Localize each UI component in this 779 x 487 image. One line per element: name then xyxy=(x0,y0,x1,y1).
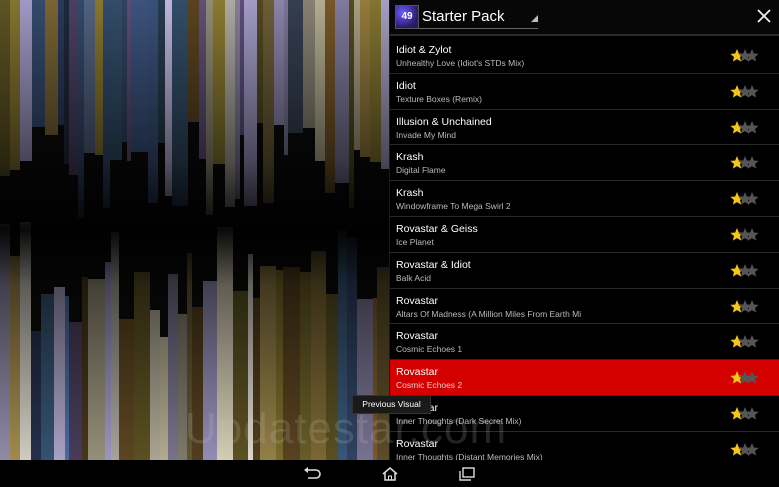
star-rating[interactable] xyxy=(730,48,770,64)
star-rating[interactable] xyxy=(730,120,770,136)
rating-stars xyxy=(730,263,759,277)
star-rating[interactable] xyxy=(730,442,770,458)
preset-artist: Rovastar xyxy=(396,294,439,307)
preset-row[interactable]: Rovastar Cosmic Echoes 1 xyxy=(390,324,779,361)
preset-artist: Idiot & Zylot xyxy=(396,44,452,56)
visualizer-graphic xyxy=(0,0,390,460)
preset-row[interactable]: Rovastar Cosmic Echoes 2 xyxy=(390,360,779,396)
pack-icon: 49 xyxy=(395,5,419,29)
dropdown-corner-icon xyxy=(531,15,538,22)
recent-apps-button[interactable] xyxy=(457,466,477,482)
back-icon xyxy=(304,467,321,479)
rating-stars xyxy=(730,192,759,205)
preset-panel: 49 Starter Pack Idiot & Zylot Unhealthy L… xyxy=(389,0,779,460)
preset-list[interactable]: Idiot & Zylot Unhealthy Love (Idiot's STD… xyxy=(390,38,779,460)
preset-title: Inner Thoughts (Dark Secret Mix) xyxy=(396,415,522,426)
star-rating[interactable] xyxy=(730,299,770,315)
preset-title: Altars Of Madness (A Million Miles From … xyxy=(396,308,582,319)
rating-stars xyxy=(730,84,759,98)
previous-visual-tooltip: Previous Visual xyxy=(352,395,431,414)
pack-title: Starter Pack xyxy=(422,8,505,25)
preset-row[interactable]: Illusion & Unchained Invade My Mind xyxy=(390,109,779,146)
preset-row[interactable]: Rovastar Inner Thoughts (Distant Memories… xyxy=(390,431,779,460)
preset-title: Cosmic Echoes 2 xyxy=(396,380,463,391)
preset-title: Digital Flame xyxy=(396,165,446,176)
rating-stars xyxy=(730,227,759,241)
preset-artist: Krash xyxy=(396,151,424,164)
preset-artist: Rovastar & Geiss xyxy=(396,222,478,235)
navigation-bar xyxy=(0,460,779,487)
close-icon xyxy=(757,9,771,23)
star-rating[interactable] xyxy=(730,227,770,243)
preset-title: Unhealthy Love (Idiot's STDs Mix) xyxy=(396,58,525,68)
preset-row[interactable]: Krash Windowframe To Mega Swirl 2 xyxy=(390,181,779,217)
panel-header: 49 Starter Pack xyxy=(390,0,779,36)
visualizer-canvas[interactable] xyxy=(0,0,390,460)
preset-title: Ice Planet xyxy=(396,236,434,247)
preset-row[interactable]: Idiot & Zylot Unhealthy Love (Idiot's STD… xyxy=(390,38,779,74)
home-icon xyxy=(382,467,398,481)
star-rating[interactable] xyxy=(730,155,770,171)
preset-title: Windowframe To Mega Swirl 2 xyxy=(396,201,511,212)
preset-artist: Rovastar xyxy=(396,330,439,343)
preset-title: Cosmic Echoes 1 xyxy=(396,344,463,355)
preset-title: Balk Acid xyxy=(396,272,431,283)
rating-stars xyxy=(730,120,759,134)
preset-row[interactable]: Rovastar Altars Of Madness (A Million Mil… xyxy=(390,288,779,325)
back-button[interactable] xyxy=(302,466,322,482)
preset-title: Inner Thoughts (Distant Memories Mix) xyxy=(396,451,543,460)
rating-stars xyxy=(730,299,759,313)
rating-stars xyxy=(730,335,759,349)
recent-apps-icon xyxy=(459,467,475,481)
rating-stars xyxy=(730,406,759,420)
preset-title: Invade My Mind xyxy=(396,129,456,140)
star-rating[interactable] xyxy=(730,263,770,279)
home-button[interactable] xyxy=(380,466,400,482)
preset-title: Texture Boxes (Remix) xyxy=(396,93,482,104)
preset-row[interactable]: Krash Digital Flame xyxy=(390,145,779,182)
star-rating[interactable] xyxy=(730,191,770,207)
star-rating[interactable] xyxy=(730,334,770,350)
preset-artist: Krash xyxy=(396,187,424,200)
star-rating[interactable] xyxy=(730,370,770,386)
preset-row[interactable]: Idiot Texture Boxes (Remix) xyxy=(390,73,779,110)
star-rating[interactable] xyxy=(730,84,770,100)
preset-artist: Rovastar xyxy=(396,366,439,379)
preset-artist: Illusion & Unchained xyxy=(396,115,492,128)
preset-artist: Rovastar xyxy=(396,437,439,450)
rating-stars xyxy=(730,371,759,384)
close-button[interactable] xyxy=(754,6,774,26)
preset-row[interactable]: RovastarInner Thoughts (Dark Secret Mix) xyxy=(390,395,779,432)
rating-stars xyxy=(730,442,759,456)
preset-artist: Idiot xyxy=(396,79,416,92)
rating-stars xyxy=(730,49,759,62)
preset-row[interactable]: Rovastar & Geiss Ice Planet xyxy=(390,216,779,253)
preset-row[interactable]: Rovastar & Idiot Balk Acid xyxy=(390,252,779,289)
rating-stars xyxy=(730,156,759,170)
preset-artist: Rovastar & Idiot xyxy=(396,258,471,271)
star-rating[interactable] xyxy=(730,406,770,422)
